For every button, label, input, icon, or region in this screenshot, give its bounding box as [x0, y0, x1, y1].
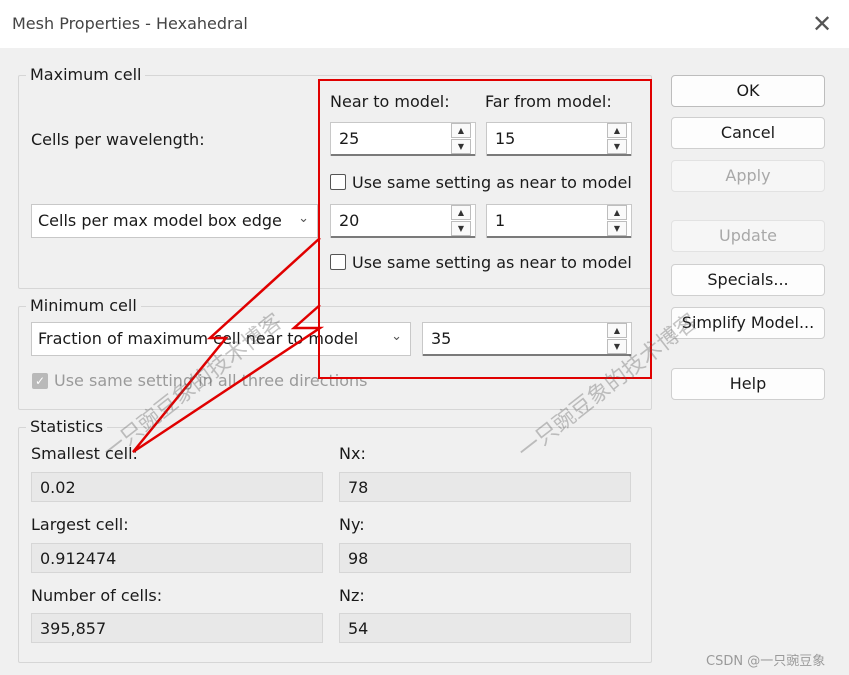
smallest-cell-field: 0.02: [31, 472, 323, 502]
max-edge-near-value: 20: [339, 211, 360, 230]
largest-cell-field: 0.912474: [31, 543, 323, 573]
cells-per-wavelength-near-input[interactable]: 25 ▲ ▼: [330, 122, 476, 156]
same-setting-checkbox-2[interactable]: [330, 254, 346, 270]
title-bar: Mesh Properties - Hexahedral ✕: [0, 0, 849, 48]
max-edge-far-input[interactable]: 1 ▲ ▼: [486, 204, 632, 238]
near-to-model-label: Near to model:: [330, 92, 450, 111]
max-edge-mode-value: Cells per max model box edge: [38, 211, 282, 230]
nx-field: 78: [339, 472, 631, 502]
spin-up-icon[interactable]: ▲: [607, 323, 627, 338]
nz-label: Nz:: [339, 586, 365, 605]
min-cell-value-input[interactable]: 35 ▲ ▼: [422, 322, 632, 356]
spin-down-icon[interactable]: ▼: [607, 139, 627, 154]
close-icon[interactable]: ✕: [808, 10, 836, 38]
largest-cell-label: Largest cell:: [31, 515, 129, 534]
update-button[interactable]: Update: [671, 220, 825, 252]
all-directions-checkbox[interactable]: ✓: [32, 373, 48, 389]
min-cell-mode-select[interactable]: Fraction of maximum cell near to model ⌄: [31, 322, 411, 356]
max-edge-far-value: 1: [495, 211, 506, 230]
number-of-cells-field: 395,857: [31, 613, 323, 643]
largest-cell-value: 0.912474: [40, 549, 117, 568]
window-title: Mesh Properties - Hexahedral: [12, 14, 248, 33]
nz-value: 54: [348, 619, 369, 638]
maximum-cell-legend: Maximum cell: [26, 65, 146, 84]
spin-down-icon[interactable]: ▼: [607, 221, 627, 236]
ok-button[interactable]: OK: [671, 75, 825, 107]
spin-down-icon[interactable]: ▼: [607, 339, 627, 354]
specials-button[interactable]: Specials...: [671, 264, 825, 296]
same-setting-label-2: Use same setting as near to model: [352, 253, 632, 272]
far-from-model-label: Far from model:: [485, 92, 612, 111]
cells-per-wavelength-near-value: 25: [339, 129, 360, 148]
minimum-cell-legend: Minimum cell: [26, 296, 141, 315]
chevron-down-icon: ⌄: [298, 211, 309, 226]
simplify-model-button[interactable]: Simplify Model...: [671, 307, 825, 339]
apply-button[interactable]: Apply: [671, 160, 825, 192]
chevron-down-icon: ⌄: [391, 329, 402, 344]
nz-field: 54: [339, 613, 631, 643]
max-edge-mode-select[interactable]: Cells per max model box edge ⌄: [31, 204, 318, 238]
smallest-cell-value: 0.02: [40, 478, 76, 497]
smallest-cell-label: Smallest cell:: [31, 444, 138, 463]
csdn-credit: CSDN @一只豌豆象: [706, 654, 826, 669]
nx-label: Nx:: [339, 444, 366, 463]
number-of-cells-label: Number of cells:: [31, 586, 163, 605]
spin-up-icon[interactable]: ▲: [607, 123, 627, 138]
same-setting-label-1: Use same setting as near to model: [352, 173, 632, 192]
ny-label: Ny:: [339, 515, 365, 534]
max-edge-near-input[interactable]: 20 ▲ ▼: [330, 204, 476, 238]
cells-per-wavelength-label: Cells per wavelength:: [31, 130, 205, 149]
cancel-button[interactable]: Cancel: [671, 117, 825, 149]
spin-down-icon[interactable]: ▼: [451, 221, 471, 236]
spin-up-icon[interactable]: ▲: [451, 205, 471, 220]
nx-value: 78: [348, 478, 369, 497]
all-directions-label: Use same setting in all three directions: [54, 371, 368, 390]
ny-value: 98: [348, 549, 369, 568]
ny-field: 98: [339, 543, 631, 573]
dialog-window: Mesh Properties - Hexahedral ✕ Maximum c…: [0, 0, 849, 675]
spin-down-icon[interactable]: ▼: [451, 139, 471, 154]
help-button[interactable]: Help: [671, 368, 825, 400]
spin-up-icon[interactable]: ▲: [451, 123, 471, 138]
min-cell-value: 35: [431, 329, 452, 348]
number-of-cells-value: 395,857: [40, 619, 107, 638]
same-setting-checkbox-1[interactable]: [330, 174, 346, 190]
spin-up-icon[interactable]: ▲: [607, 205, 627, 220]
statistics-legend: Statistics: [26, 417, 108, 436]
cells-per-wavelength-far-value: 15: [495, 129, 516, 148]
min-cell-mode-value: Fraction of maximum cell near to model: [38, 329, 359, 348]
cells-per-wavelength-far-input[interactable]: 15 ▲ ▼: [486, 122, 632, 156]
